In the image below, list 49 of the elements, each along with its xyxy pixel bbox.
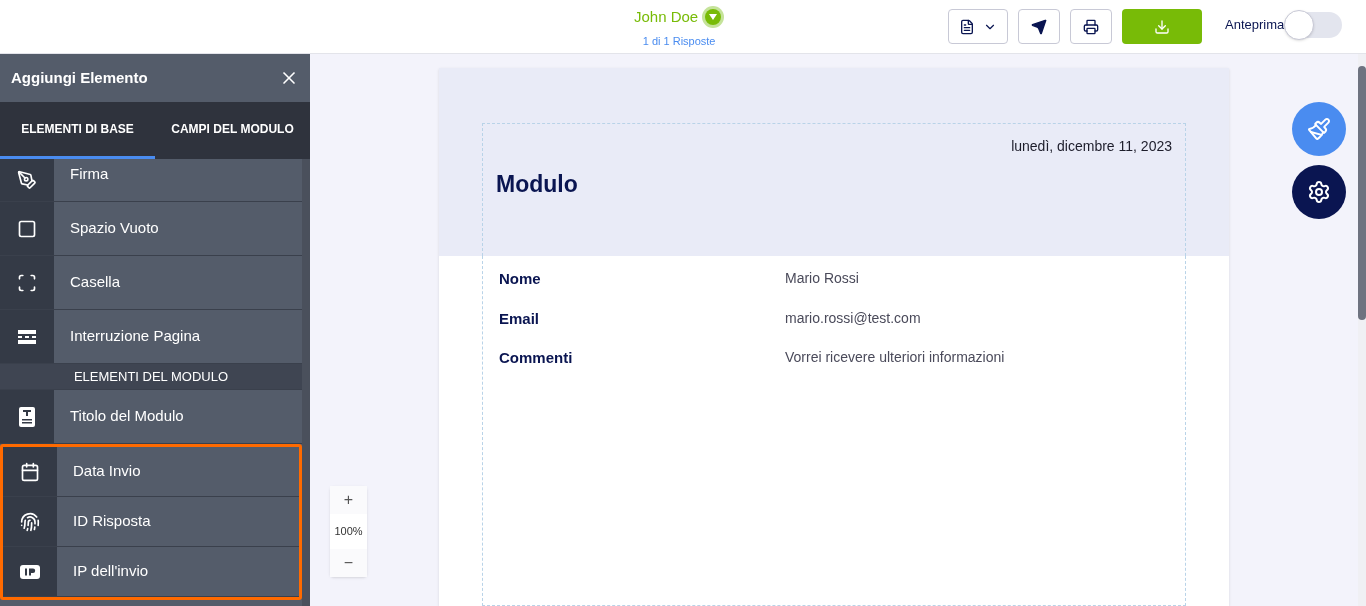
element-label: ID Risposta xyxy=(73,511,151,532)
field-label: Nome xyxy=(499,269,542,289)
fingerprint-icon xyxy=(20,511,40,532)
scrollbar[interactable] xyxy=(302,159,310,606)
element-label: Spazio Vuoto xyxy=(70,218,159,239)
element-label: IP dell'invio xyxy=(73,561,149,582)
panel-tab[interactable]: CAMPI DEL MODULO xyxy=(155,102,310,159)
settings-icon xyxy=(1307,180,1331,204)
element-label: Interruzione Pagina xyxy=(70,326,201,347)
element-label: Data Invio xyxy=(73,461,141,482)
send-icon xyxy=(1031,18,1047,35)
printer-icon xyxy=(1083,18,1099,35)
preview-label: Anteprima xyxy=(1225,16,1285,35)
element-label: Firma xyxy=(70,163,109,184)
calendar-icon xyxy=(20,461,40,482)
dropdown-icon[interactable] xyxy=(702,6,725,29)
section-header: ELEMENTI DEL MODULO xyxy=(0,364,302,390)
page-break-icon xyxy=(18,329,36,344)
zoom-level: 100% xyxy=(334,524,363,539)
document-title-icon xyxy=(19,406,35,427)
settings-button[interactable] xyxy=(1292,165,1346,219)
field-label: Email xyxy=(499,308,541,329)
brush-icon xyxy=(1307,117,1331,141)
field-value: Mario Rossi xyxy=(785,269,859,288)
ip-badge-icon xyxy=(20,564,40,579)
dashed-frame-icon xyxy=(17,272,37,293)
panel-title: Aggiungi Elemento xyxy=(11,67,148,88)
square-icon xyxy=(17,218,37,239)
preview-toggle[interactable] xyxy=(1284,12,1343,38)
field-value: Vorrei ricevere ulteriori informazioni xyxy=(785,348,1005,367)
element-label: Titolo del Modulo xyxy=(70,406,184,427)
print-button[interactable] xyxy=(1070,9,1112,44)
send-button[interactable] xyxy=(1018,9,1060,44)
zoom-out-button[interactable]: − xyxy=(330,548,367,577)
download-icon xyxy=(1154,18,1170,35)
document-icon xyxy=(959,18,975,35)
document-menu-button[interactable] xyxy=(948,9,1008,44)
pen-icon xyxy=(17,170,37,190)
field-value: mario.rossi@test.com xyxy=(785,308,921,328)
download-button[interactable] xyxy=(1122,9,1202,44)
submission-date: lunedì, dicembre 11, 2023 xyxy=(1011,137,1172,156)
paint-roller-button[interactable] xyxy=(1292,102,1346,156)
element-label: Casella xyxy=(70,272,121,293)
zoom-in-button[interactable]: + xyxy=(330,486,367,514)
respondent-name: John Doe xyxy=(634,7,699,27)
scrollbar-thumb[interactable] xyxy=(1358,66,1366,320)
field-label: Commenti xyxy=(499,348,574,368)
document-title: Modulo xyxy=(496,170,579,199)
response-count: 1 di 1 Risposte xyxy=(642,33,716,49)
